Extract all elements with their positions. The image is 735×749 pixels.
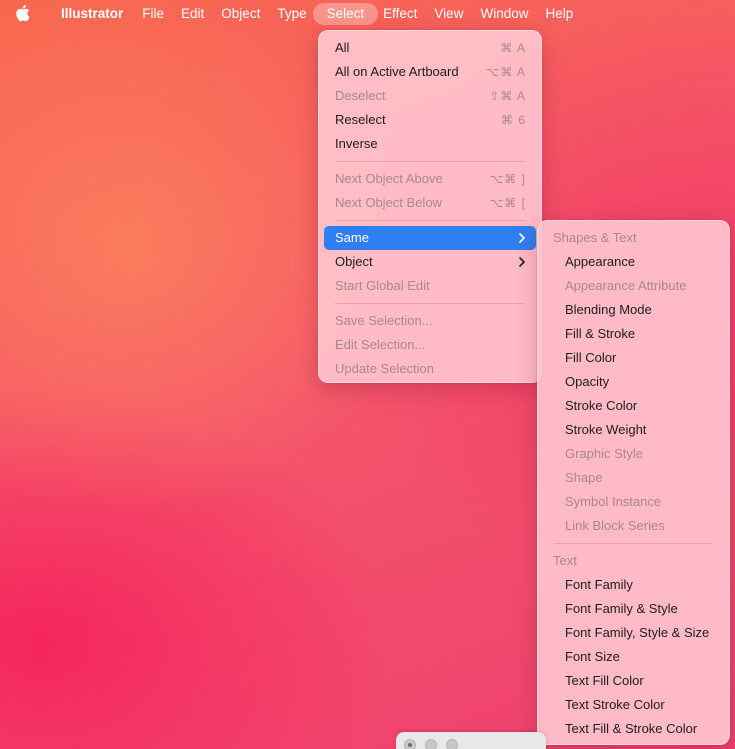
shortcut-label: ⌥⌘ ] xyxy=(489,172,526,186)
shortcut-label: ⇧⌘ A xyxy=(489,89,526,103)
background-window xyxy=(396,732,546,749)
menu-separator xyxy=(335,303,525,304)
menu-item-label: Start Global Edit xyxy=(335,278,430,293)
shortcut-label: ⌘ 6 xyxy=(500,113,526,127)
menu-separator xyxy=(335,161,525,162)
menu-item-label: Reselect xyxy=(335,112,386,127)
menu-item-label: Same xyxy=(335,230,369,245)
menu-window[interactable]: Window xyxy=(472,3,536,25)
submenu-item-appearance[interactable]: Appearance xyxy=(543,250,724,274)
menu-item-label: Edit Selection... xyxy=(335,337,426,352)
submenu-item-text-fill-stroke-color[interactable]: Text Fill & Stroke Color xyxy=(543,717,724,741)
menu-item-edit-selection: Edit Selection... xyxy=(324,333,536,357)
submenu-item-text-stroke-color[interactable]: Text Stroke Color xyxy=(543,693,724,717)
menu-separator xyxy=(554,543,713,544)
submenu-item-link-block-series: Link Block Series xyxy=(565,518,665,533)
submenu-item-stroke-weight[interactable]: Stroke Weight xyxy=(543,418,724,442)
same-submenu: Shapes & Text Appearance Appearance Attr… xyxy=(537,220,730,745)
submenu-item-font-size[interactable]: Font Size xyxy=(543,645,724,669)
menu-item-start-global-edit: Start Global Edit xyxy=(324,274,536,298)
shortcut-label: ⌥⌘ A xyxy=(485,65,526,79)
menu-help[interactable]: Help xyxy=(537,3,581,25)
minimize-window-button[interactable] xyxy=(425,739,437,749)
zoom-window-button[interactable] xyxy=(446,739,458,749)
submenu-item-shape: Shape xyxy=(565,470,603,485)
submenu-item-graphic-style: Graphic Style xyxy=(565,446,644,461)
section-header-text: Text xyxy=(553,553,577,568)
section-header-shapes-text: Shapes & Text xyxy=(553,230,637,245)
menu-item-deselect: Deselect ⇧⌘ A xyxy=(324,84,536,108)
menu-item-update-selection: Update Selection xyxy=(324,357,536,381)
menu-item-object[interactable]: Object xyxy=(324,250,536,274)
menu-item-label: Next Object Above xyxy=(335,171,443,186)
menu-object[interactable]: Object xyxy=(213,3,268,25)
menu-item-reselect[interactable]: Reselect ⌘ 6 xyxy=(324,108,536,132)
submenu-item-symbol-instance: Symbol Instance xyxy=(565,494,662,509)
menu-item-inverse[interactable]: Inverse xyxy=(324,132,536,156)
chevron-right-icon xyxy=(518,233,526,243)
menu-item-all[interactable]: All ⌘ A xyxy=(324,36,536,60)
menu-item-label: Object xyxy=(335,254,373,269)
menu-item-all-on-active-artboard[interactable]: All on Active Artboard ⌥⌘ A xyxy=(324,60,536,84)
chevron-right-icon xyxy=(518,257,526,267)
submenu-item-font-family-style[interactable]: Font Family & Style xyxy=(543,597,724,621)
select-menu-dropdown: All ⌘ A All on Active Artboard ⌥⌘ A Dese… xyxy=(318,30,542,383)
menu-item-label: Deselect xyxy=(335,88,386,103)
shortcut-label: ⌥⌘ [ xyxy=(489,196,526,210)
menu-file[interactable]: File xyxy=(134,3,172,25)
submenu-item-appearance-attribute: Appearance Attribute xyxy=(565,278,687,293)
menu-view[interactable]: View xyxy=(426,3,471,25)
submenu-item-font-family[interactable]: Font Family xyxy=(543,573,724,597)
menu-item-label: Next Object Below xyxy=(335,195,442,210)
apple-icon[interactable] xyxy=(16,5,33,22)
menu-item-next-object-above: Next Object Above ⌥⌘ ] xyxy=(324,167,536,191)
submenu-item-font-family-style-size[interactable]: Font Family, Style & Size xyxy=(543,621,724,645)
menu-edit[interactable]: Edit xyxy=(173,3,212,25)
menu-effect[interactable]: Effect xyxy=(375,3,425,25)
menu-app-illustrator[interactable]: Illustrator xyxy=(53,3,131,25)
menu-item-label: All xyxy=(335,40,350,55)
menu-item-same[interactable]: Same xyxy=(324,226,536,250)
menu-separator xyxy=(335,220,525,221)
submenu-item-fill-color[interactable]: Fill Color xyxy=(543,346,724,370)
menu-type[interactable]: Type xyxy=(269,3,314,25)
menu-item-label: All on Active Artboard xyxy=(335,64,459,79)
menu-bar: Illustrator File Edit Object Type Select… xyxy=(0,0,735,27)
submenu-item-opacity[interactable]: Opacity xyxy=(543,370,724,394)
close-window-button[interactable] xyxy=(404,739,416,749)
submenu-item-fill-stroke[interactable]: Fill & Stroke xyxy=(543,322,724,346)
shortcut-label: ⌘ A xyxy=(500,41,526,55)
submenu-item-stroke-color[interactable]: Stroke Color xyxy=(543,394,724,418)
submenu-item-blending-mode[interactable]: Blending Mode xyxy=(543,298,724,322)
menu-item-label: Save Selection... xyxy=(335,313,433,328)
menu-item-next-object-below: Next Object Below ⌥⌘ [ xyxy=(324,191,536,215)
menu-item-save-selection: Save Selection... xyxy=(324,309,536,333)
menu-item-label: Inverse xyxy=(335,136,378,151)
menu-item-label: Update Selection xyxy=(335,361,435,376)
menu-select[interactable]: Select xyxy=(312,2,379,25)
submenu-item-text-fill-color[interactable]: Text Fill Color xyxy=(543,669,724,693)
